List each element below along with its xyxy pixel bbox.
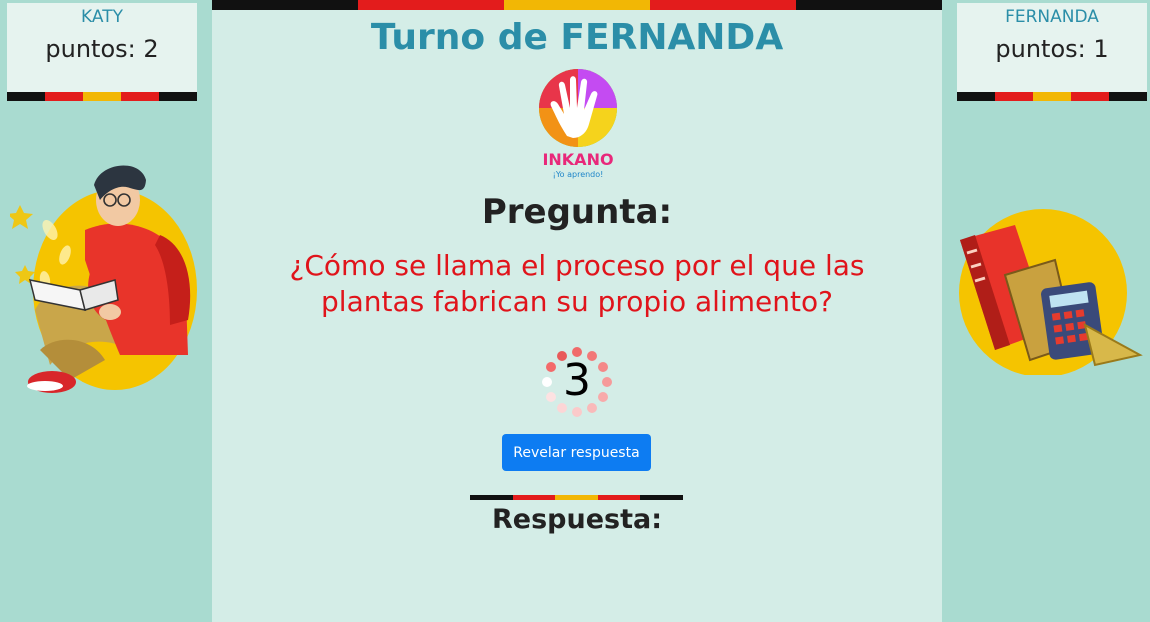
countdown-number: 3 bbox=[563, 355, 591, 406]
player-points: puntos: 2 bbox=[45, 35, 159, 63]
countdown-timer: 3 bbox=[539, 344, 615, 420]
books-calculator-illustration bbox=[959, 209, 1143, 375]
player-card-fernanda: FERNANDA puntos: 1 bbox=[957, 3, 1147, 101]
logo-tagline-text: ¡Yo aprendo! bbox=[553, 170, 604, 179]
question-heading: Pregunta: bbox=[481, 192, 673, 232]
answer-heading: Respuesta: bbox=[491, 504, 663, 535]
game-panel: Turno de FERNANDA INKANO ¡Yo aprendo! Pr… bbox=[212, 0, 942, 622]
decorative-stripe bbox=[212, 0, 942, 10]
reveal-answer-button[interactable]: Revelar respuesta bbox=[502, 434, 651, 471]
question-text: ¿Cómo se llama el proceso por el que las… bbox=[289, 249, 865, 318]
player-points: puntos: 1 bbox=[995, 35, 1109, 63]
inkano-logo: INKANO ¡Yo aprendo! bbox=[539, 69, 617, 179]
decorative-stripe bbox=[957, 92, 1147, 101]
answer-divider bbox=[470, 495, 683, 500]
turn-title: Turno de FERNANDA bbox=[370, 17, 784, 58]
decorative-stripe bbox=[7, 92, 197, 101]
reading-boy-illustration bbox=[10, 165, 197, 393]
player-name: FERNANDA bbox=[1005, 7, 1099, 27]
player-card-katy: KATY puntos: 2 bbox=[7, 3, 197, 101]
player-name: KATY bbox=[81, 7, 123, 27]
logo-brand-text: INKANO bbox=[542, 150, 613, 169]
